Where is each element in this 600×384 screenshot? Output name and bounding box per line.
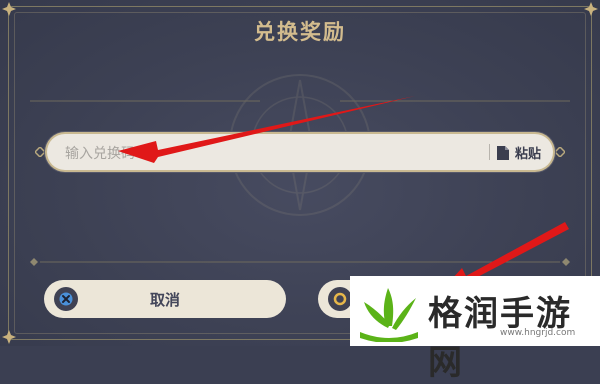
confirm-circle-icon bbox=[328, 287, 352, 311]
redeem-code-input[interactable]: 输入兑换码 粘贴 bbox=[47, 134, 553, 170]
clipboard-icon bbox=[497, 146, 509, 160]
site-watermark-logo: 格润手游网 www.hngrjd.com bbox=[350, 276, 600, 383]
top-divider bbox=[30, 100, 570, 102]
redeem-code-row: 输入兑换码 粘贴 bbox=[35, 128, 565, 176]
diamond-ornament-icon bbox=[555, 147, 565, 157]
corner-ornament-icon bbox=[2, 330, 16, 344]
paste-button[interactable]: 粘贴 bbox=[497, 141, 541, 163]
diamond-ornament-icon bbox=[35, 147, 45, 157]
bottom-divider bbox=[30, 258, 570, 266]
paste-separator bbox=[489, 144, 490, 160]
input-placeholder: 输入兑换码 bbox=[65, 146, 135, 162]
corner-ornament-icon bbox=[2, 2, 16, 16]
dialog-title: 兑换奖励 bbox=[254, 20, 346, 44]
corner-ornament-icon bbox=[584, 2, 598, 16]
paste-label: 粘贴 bbox=[515, 146, 542, 162]
cancel-button[interactable]: 取消 bbox=[44, 280, 286, 318]
site-url: www.hngrjd.com bbox=[500, 328, 576, 338]
leaf-logo-icon bbox=[360, 288, 418, 342]
cancel-label: 取消 bbox=[149, 291, 180, 309]
